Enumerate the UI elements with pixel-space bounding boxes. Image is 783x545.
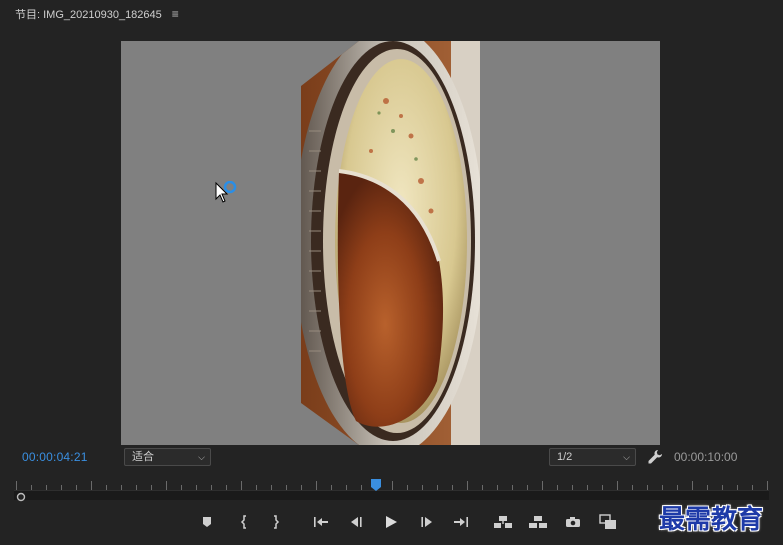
add-marker-button[interactable] [196,512,218,532]
step-forward-icon [421,517,432,527]
mouse-cursor-icon [215,181,237,203]
ruler-ticks [16,481,768,490]
watermark-logo: 最需教育 [659,505,764,535]
lift-button[interactable] [492,512,514,532]
extract-icon [529,516,547,528]
step-back-icon [351,517,362,527]
panel-title: 节目: IMG_20210930_182645 [15,9,162,21]
chevron-down-icon: ⌵ [198,452,205,462]
go-to-in-button[interactable] [310,512,332,532]
program-monitor-viewer [0,28,783,445]
go-to-out-button[interactable] [450,512,472,532]
video-frame-image [301,41,480,445]
marker-icon [203,517,211,527]
hamburger-menu-icon[interactable]: ≡ [172,7,179,21]
mark-out-button[interactable] [265,512,287,532]
timecode-row: 00:00:04:21 适合 ⌵ 1/2 ⌵ 00:00:10:00 [0,446,783,470]
zoom-select-value: 适合 [132,451,154,463]
resolution-select-value: 1/2 [557,451,573,463]
video-canvas[interactable] [121,41,660,445]
scrub-track[interactable] [14,490,769,500]
step-forward-button[interactable] [416,512,438,532]
zoom-select[interactable]: 适合 ⌵ [124,448,211,466]
timeline-start-handle[interactable] [16,492,26,502]
step-back-button[interactable] [345,512,367,532]
mark-in-icon [240,515,246,529]
play-icon [386,516,397,528]
wrench-icon[interactable] [647,449,663,465]
comparison-view-button[interactable] [597,512,619,532]
go-to-in-icon [314,517,328,527]
current-timecode[interactable]: 00:00:04:21 [22,450,88,464]
resolution-select[interactable]: 1/2 ⌵ [549,448,636,466]
chevron-down-icon: ⌵ [623,452,630,462]
play-button[interactable] [380,512,402,532]
lift-icon [494,516,512,528]
export-frame-button[interactable] [562,512,584,532]
mark-out-icon [274,515,280,529]
extract-button[interactable] [527,512,549,532]
comparison-view-icon [599,514,616,529]
camera-icon [566,517,580,527]
playhead-handle[interactable] [370,478,382,492]
timeline-ruler[interactable] [14,476,769,502]
panel-header: 节目: IMG_20210930_182645 ≡ [0,0,783,28]
go-to-out-icon [454,517,468,527]
mark-in-button[interactable] [233,512,255,532]
duration-timecode: 00:00:10:00 [674,450,738,464]
